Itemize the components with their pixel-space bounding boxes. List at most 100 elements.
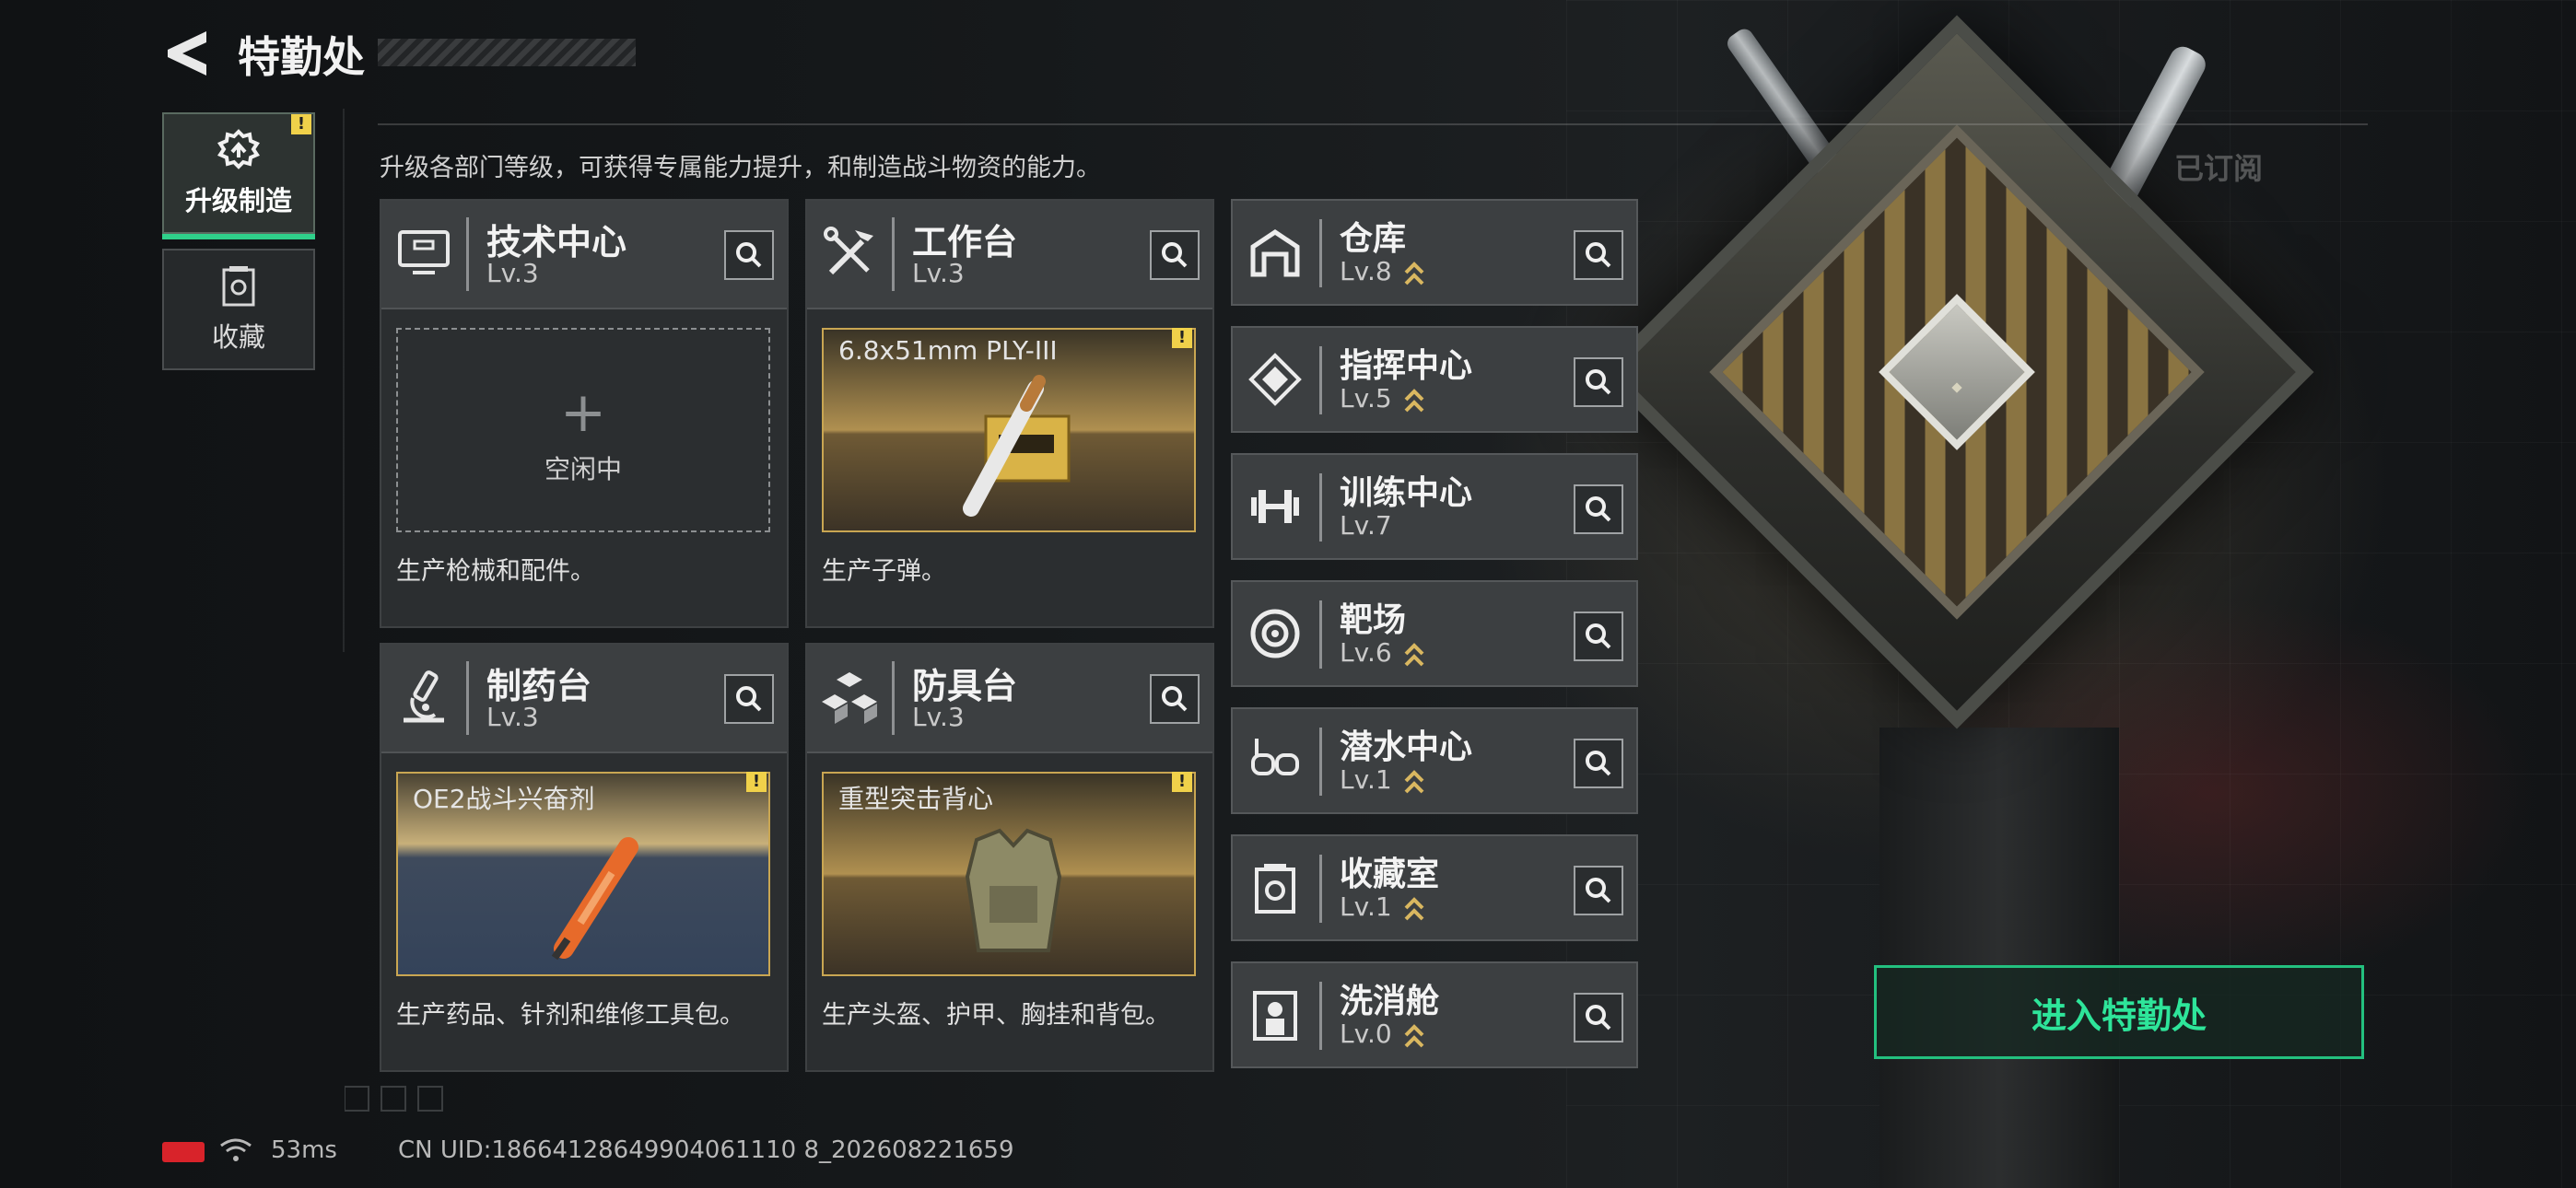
production-slot[interactable]: OE2战斗兴奋剂 ! — [396, 772, 770, 976]
facility-level: Lv.8 — [1340, 256, 1392, 286]
upgrade-chevron-icon — [1404, 1024, 1424, 1048]
scene-cube-core-center — [1951, 382, 1962, 393]
facility-name: 潜水中心 — [1340, 728, 1473, 766]
header-separator — [466, 217, 469, 291]
page-title: 特勤处 — [238, 32, 365, 82]
inspect-button[interactable] — [1574, 484, 1623, 534]
facility-row-shooting-range[interactable]: 靶场 Lv.6 — [1231, 580, 1638, 687]
nav-item-collection[interactable]: 收藏 — [162, 249, 315, 370]
card-description: 生产头盔、护甲、胸挂和背包。 — [822, 1001, 1170, 1030]
diving-mask-icon — [1251, 739, 1299, 775]
nav-item-upgrade[interactable]: 升级制造 ! — [162, 112, 315, 239]
monitor-icon — [398, 230, 450, 274]
row-separator — [1319, 728, 1322, 796]
inspect-button[interactable] — [724, 230, 774, 280]
armor-blocks-icon — [822, 672, 877, 724]
facility-name: 指挥中心 — [1340, 347, 1473, 385]
facility-name: 仓库 — [1340, 220, 1407, 258]
tools-icon — [824, 227, 873, 275]
card-header: 防具台 Lv.3 — [807, 645, 1212, 753]
inspect-button[interactable] — [1574, 357, 1623, 407]
facility-level: Lv.6 — [1340, 637, 1392, 668]
row-separator — [1319, 473, 1322, 542]
facility-row-diving-center[interactable]: 潜水中心 Lv.1 — [1231, 707, 1638, 814]
facility-name: 收藏室 — [1340, 856, 1440, 893]
facility-level: Lv.5 — [1340, 383, 1392, 413]
row-separator — [1319, 219, 1322, 287]
microscope-icon — [404, 670, 444, 723]
page-subtitle: 升级各部门等级，可获得专属能力提升，和制造战斗物资的能力。 — [380, 154, 1101, 182]
production-slot[interactable]: 6.8x51mm PLY-III ! — [822, 328, 1196, 532]
dumbbell-icon — [1251, 490, 1299, 523]
inspect-button[interactable] — [1574, 230, 1623, 280]
command-icon — [1248, 353, 1302, 406]
target-icon — [1250, 609, 1300, 658]
facility-card-workbench[interactable]: 工作台 Lv.3 6.8x51mm PLY-III ! 生产子弹。 — [805, 199, 1214, 628]
magnifier-icon — [1586, 242, 1611, 268]
magnifier-icon — [1586, 496, 1611, 522]
facility-row-command-center[interactable]: 指挥中心 Lv.5 — [1231, 326, 1638, 433]
production-item-name: OE2战斗兴奋剂 — [413, 784, 595, 814]
facility-row-collection-room[interactable]: 收藏室 Lv.1 — [1231, 834, 1638, 941]
magnifier-icon — [1586, 878, 1611, 903]
facility-level: Lv.3 — [912, 702, 965, 732]
inspect-button[interactable] — [1574, 739, 1623, 788]
magnifier-icon — [1586, 623, 1611, 649]
row-separator — [1319, 982, 1322, 1050]
magnifier-icon — [736, 242, 762, 268]
facility-level: Lv.1 — [1340, 891, 1392, 922]
facility-name: 工作台 — [912, 222, 1018, 262]
ammo-box-icon — [963, 375, 1071, 517]
inspect-button[interactable] — [1574, 993, 1623, 1042]
nav-divider — [343, 109, 345, 652]
collection-icon — [1255, 864, 1295, 914]
production-item-name: 6.8x51mm PLY-III — [838, 335, 1058, 366]
inspect-button[interactable] — [1574, 866, 1623, 915]
enter-button-label: 进入特勤处 — [2031, 995, 2207, 1036]
card-header: 制药台 Lv.3 — [381, 645, 787, 753]
card-header: 技术中心 Lv.3 — [381, 201, 787, 309]
battery-icon — [162, 1142, 205, 1162]
magnifier-icon — [1586, 369, 1611, 395]
facility-row-training-center[interactable]: 训练中心 Lv.7 — [1231, 453, 1638, 560]
card-description: 生产子弹。 — [822, 557, 946, 586]
wifi-icon — [220, 1138, 252, 1161]
inspect-button[interactable] — [1150, 230, 1200, 280]
facility-name: 靶场 — [1340, 601, 1407, 639]
back-arrow-icon[interactable] — [164, 28, 210, 79]
production-item-name: 重型突击背心 — [838, 784, 994, 814]
header-separator — [892, 217, 895, 291]
facility-name: 技术中心 — [486, 222, 627, 262]
facility-name: 制药台 — [486, 666, 592, 706]
facility-card-tech-center[interactable]: 技术中心 Lv.3 + 空闲中 生产枪械和配件。 — [380, 199, 789, 628]
card-header: 工作台 Lv.3 — [807, 201, 1212, 309]
enter-special-ops-button[interactable]: 进入特勤处 — [1874, 965, 2364, 1059]
warning-badge: ! — [1172, 328, 1192, 348]
injector-icon — [551, 837, 638, 961]
facility-row-decon-chamber[interactable]: 洗消舱 Lv.0 — [1231, 961, 1638, 1068]
facility-level: Lv.3 — [486, 702, 539, 732]
facility-card-armory[interactable]: 防具台 Lv.3 重型突击背心 ! 生产头盔、护甲、胸挂和背包。 — [805, 643, 1214, 1072]
facility-name: 训练中心 — [1340, 474, 1473, 512]
decorative-boxes — [345, 1086, 443, 1112]
production-slot-empty[interactable]: + 空闲中 — [396, 328, 770, 532]
subscribe-label[interactable]: 已订阅 — [2174, 146, 2263, 188]
nav-label-upgrade: 升级制造 — [184, 185, 292, 216]
scene-pillar — [1879, 728, 2119, 1188]
production-slot[interactable]: 重型突击背心 ! — [822, 772, 1196, 976]
idle-label: 空闲中 — [544, 454, 622, 484]
title-decoration — [378, 39, 636, 66]
inspect-button[interactable] — [1574, 611, 1623, 661]
magnifier-icon — [1586, 751, 1611, 776]
facility-card-pharmacy[interactable]: 制药台 Lv.3 OE2战斗兴奋剂 ! 生产药品、针剂和维修工具包。 — [380, 643, 789, 1072]
facility-name: 防具台 — [912, 666, 1018, 706]
inspect-button[interactable] — [724, 674, 774, 724]
row-separator — [1319, 600, 1322, 669]
facility-row-warehouse[interactable]: 仓库 Lv.8 — [1231, 199, 1638, 306]
header-separator — [892, 661, 895, 735]
warehouse-icon — [1250, 228, 1300, 277]
inspect-button[interactable] — [1150, 674, 1200, 724]
upgrade-gear-icon — [217, 129, 260, 169]
magnifier-icon — [1586, 1005, 1611, 1031]
card-description: 生产药品、针剂和维修工具包。 — [396, 1001, 744, 1030]
